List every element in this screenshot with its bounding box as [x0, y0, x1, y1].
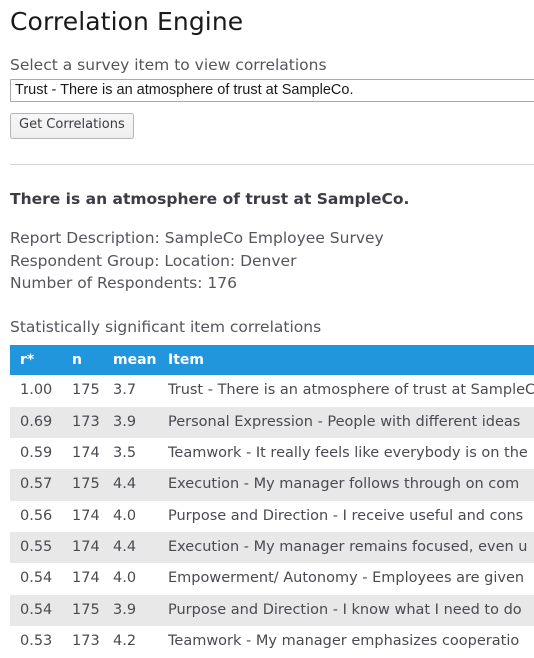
table-row[interactable]: 1.00 175 3.7 Trust - There is an atmosphere… [10, 375, 534, 406]
correlations-table: r* n mean Item 1.00 175 3.7 Trust - There i… [10, 345, 534, 658]
cell-item: Purpose and Direction - I know what I ne… [168, 601, 522, 618]
cell-item: Personal Expression - People with differ… [168, 413, 521, 430]
correlations-table-caption: Statistically significant item correlati… [10, 317, 322, 336]
cell-mean: 3.9 [113, 601, 137, 618]
cell-item: Purpose and Direction - I receive useful… [168, 507, 524, 524]
survey-item-select-label: Select a survey item to view correlation… [10, 56, 327, 75]
column-header-n[interactable]: n [72, 345, 113, 376]
cell-r: 0.53 [20, 633, 53, 650]
section-divider [10, 164, 534, 166]
table-row[interactable]: 0.59 174 3.5 Teamwork - It really feels lik… [10, 438, 534, 469]
cell-n: 173 [72, 413, 100, 430]
cell-n: 173 [72, 633, 100, 650]
report-description: Report Description: SampleCo Employee Su… [10, 229, 384, 248]
cell-item: Teamwork - It really feels like everybod… [168, 444, 528, 461]
cell-mean: 3.7 [113, 382, 137, 399]
selected-item-heading: There is an atmosphere of trust at Sampl… [10, 190, 410, 209]
table-row[interactable]: 0.57 175 4.4 Execution - My manager follows… [10, 469, 534, 501]
correlations-table-body: 1.00 175 3.7 Trust - There is an atmosphere… [10, 375, 534, 658]
cell-mean: 4.4 [113, 539, 137, 556]
cell-item: Execution - My manager follows through o… [168, 476, 520, 493]
cell-item: Teamwork - My manager emphasizes coopera… [168, 633, 520, 650]
column-header-item[interactable]: Item [168, 345, 534, 376]
cell-r: 0.69 [20, 413, 53, 430]
column-header-mean[interactable]: mean [113, 345, 168, 376]
cell-r: 0.54 [20, 570, 53, 587]
correlations-table-head: r* n mean Item [10, 345, 534, 376]
cell-n: 174 [72, 570, 100, 587]
report-metadata: Report Description: SampleCo Employee Su… [10, 227, 534, 294]
cell-r: 0.57 [20, 476, 53, 493]
cell-mean: 3.9 [113, 413, 137, 430]
form-actions: Get Correlations [10, 113, 534, 140]
table-row[interactable]: 0.54 175 3.9 Purpose and Direction - I know… [10, 594, 534, 627]
cell-n: 174 [72, 444, 100, 461]
table-row[interactable]: 0.69 173 3.9 Personal Expression - People w… [10, 406, 534, 438]
number-of-respondents: Number of Respondents: 176 [10, 274, 237, 293]
respondent-group: Respondent Group: Location: Denver [10, 251, 297, 270]
cell-n: 175 [72, 382, 100, 399]
cell-n: 174 [72, 507, 100, 524]
cell-n: 175 [72, 476, 100, 493]
table-row[interactable]: 0.55 174 4.4 Execution - My manager remains… [10, 532, 534, 564]
page-container: Correlation Engine Select a survey item … [0, 6, 534, 658]
cell-n: 175 [72, 601, 100, 618]
column-header-r[interactable]: r* [10, 345, 72, 376]
table-row[interactable]: 0.53 173 4.2 Teamwork - My manager emphasiz… [10, 626, 534, 657]
table-row[interactable]: 0.56 174 4.0 Purpose and Direction - I rece… [10, 501, 534, 532]
cell-item: Trust - There is an atmosphere of trust … [168, 382, 534, 399]
table-header-row: r* n mean Item [10, 345, 534, 376]
cell-r: 0.54 [20, 601, 53, 618]
cell-item: Empowerment/ Autonomy - Employees are gi… [168, 570, 525, 587]
cell-r: 1.00 [20, 382, 53, 399]
cell-mean: 4.0 [113, 507, 137, 524]
survey-item-select[interactable]: Trust - There is an atmosphere of trust … [10, 79, 534, 103]
cell-mean: 3.5 [113, 444, 137, 461]
cell-item: Execution - My manager remains focused, … [168, 539, 528, 556]
cell-mean: 4.0 [113, 570, 137, 587]
cell-mean: 4.4 [113, 476, 137, 493]
cell-r: 0.55 [20, 539, 53, 556]
get-correlations-button[interactable]: Get Correlations [10, 113, 134, 140]
table-row[interactable]: 0.54 174 4.0 Empowerment/ Autonomy - Employ… [10, 563, 534, 594]
cell-mean: 4.2 [113, 633, 137, 650]
page-title: Correlation Engine [10, 7, 244, 36]
cell-n: 174 [72, 539, 100, 556]
cell-r: 0.59 [20, 444, 53, 461]
cell-r: 0.56 [20, 507, 53, 524]
